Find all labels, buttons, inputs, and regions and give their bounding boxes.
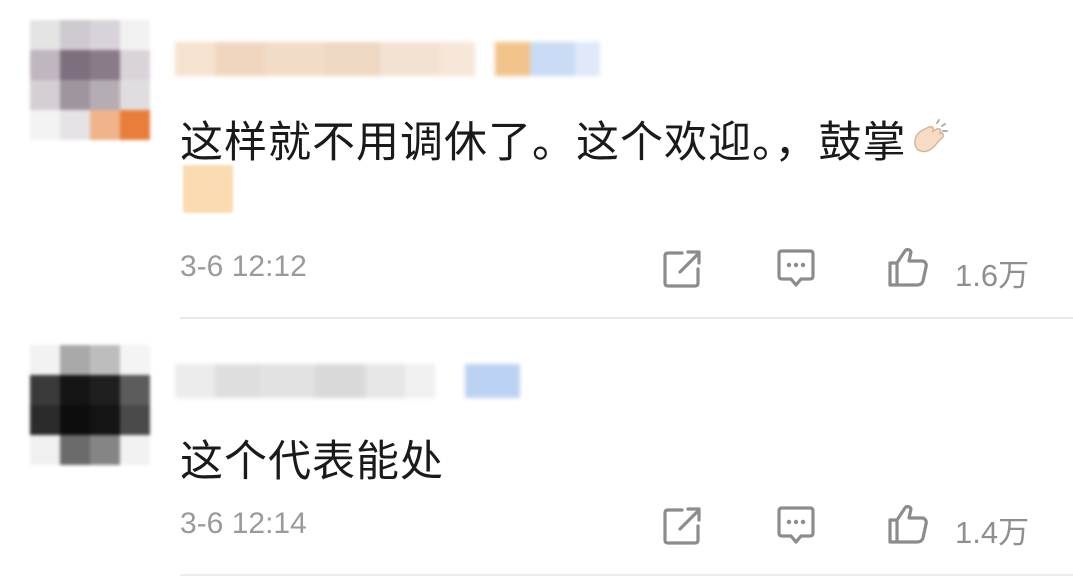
- username[interactable]: [175, 364, 520, 398]
- like-icon[interactable]: [886, 502, 930, 546]
- share-icon[interactable]: [660, 504, 704, 548]
- sticker-emoji: [183, 165, 233, 213]
- divider: [180, 574, 1073, 576]
- comment-item: 这样就不用调休了。这个欢迎。，鼓掌 3-6 12:12 1.6万: [0, 0, 1073, 318]
- comment-icon[interactable]: [774, 503, 818, 547]
- comment-icon[interactable]: [774, 246, 818, 290]
- timestamp: 3-6 12:12: [180, 250, 307, 283]
- username[interactable]: [175, 42, 600, 76]
- like-icon[interactable]: [886, 245, 930, 289]
- comment-item: 这个代表能处 3-6 12:14 1.4万: [0, 319, 1073, 577]
- comment-text: 这个代表能处: [180, 437, 444, 487]
- avatar[interactable]: [30, 345, 150, 465]
- like-count: 1.6万: [955, 258, 1030, 293]
- like-count: 1.4万: [955, 515, 1030, 550]
- timestamp: 3-6 12:14: [180, 507, 307, 540]
- comment-text: 这样就不用调休了。这个欢迎。，鼓掌: [180, 108, 949, 170]
- share-icon[interactable]: [660, 247, 704, 291]
- clapping-hands-icon: [913, 119, 948, 153]
- avatar[interactable]: [30, 20, 150, 140]
